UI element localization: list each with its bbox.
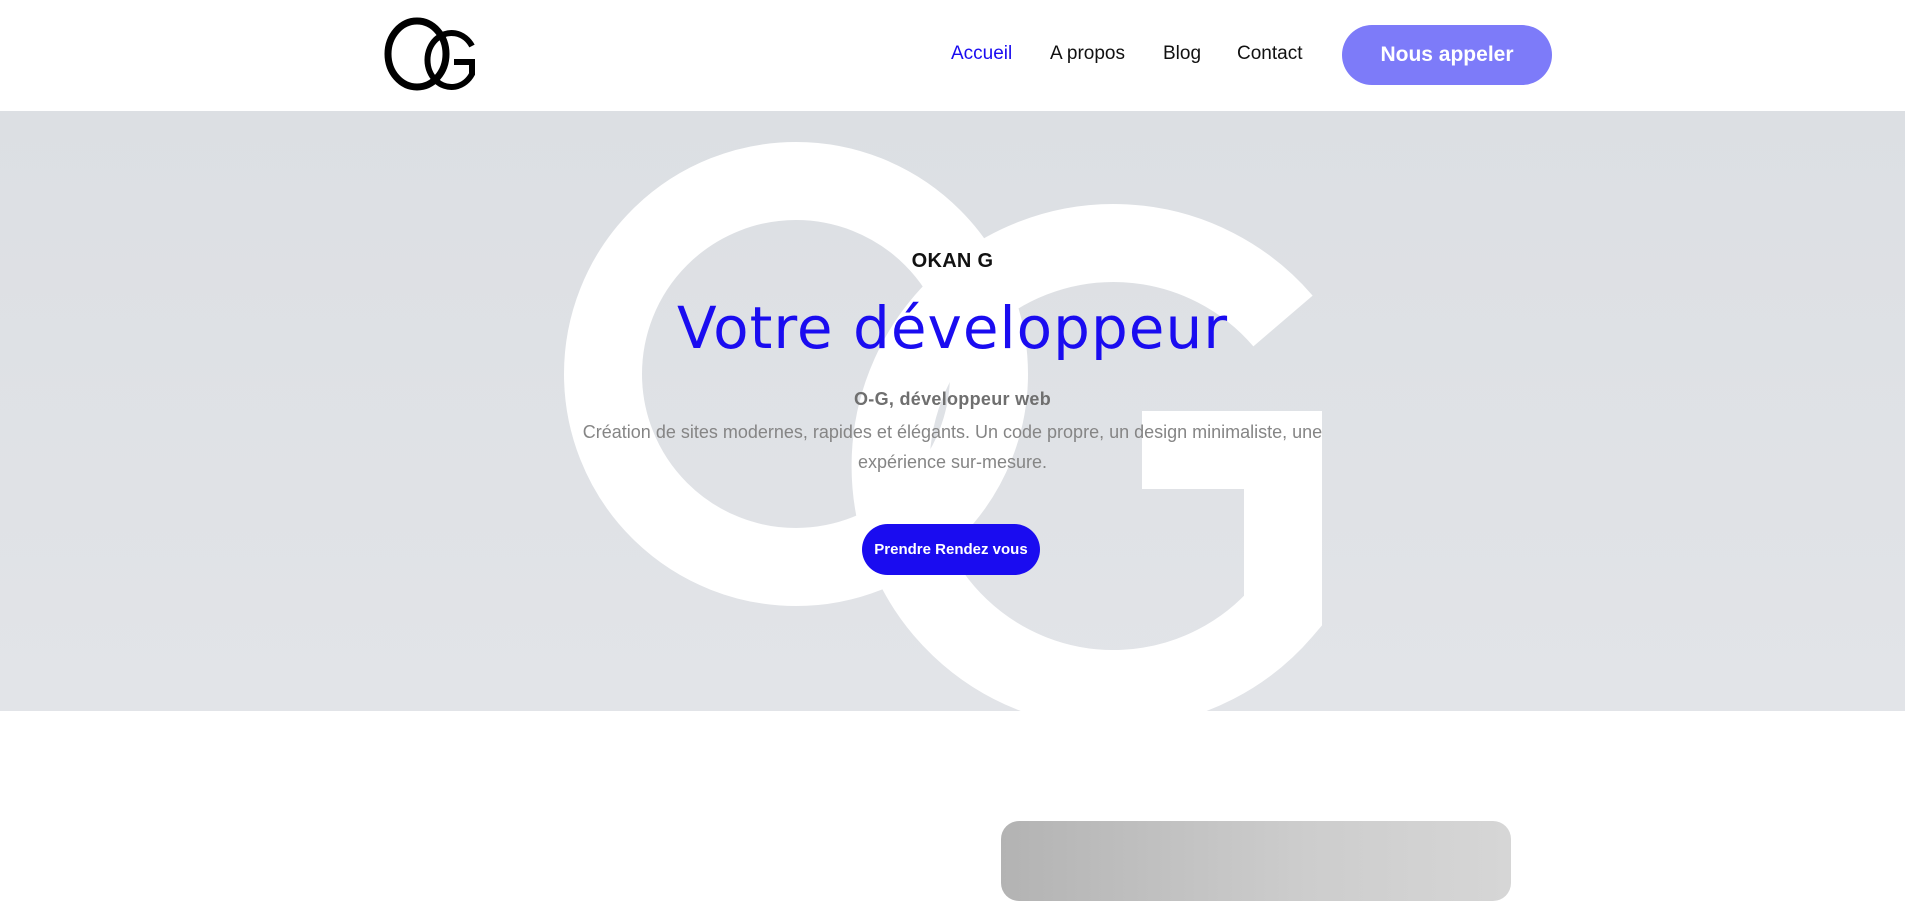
nav-contact[interactable]: Contact bbox=[1237, 43, 1302, 65]
nav-blog[interactable]: Blog bbox=[1163, 43, 1201, 65]
nav-accueil[interactable]: Accueil bbox=[951, 43, 1012, 65]
hero-section: OKAN G Votre développeur O-G, développeu… bbox=[0, 111, 1905, 711]
og-watermark bbox=[564, 142, 1322, 711]
hero-title: Votre développeur bbox=[676, 294, 1229, 362]
nav-a-propos[interactable]: A propos bbox=[1050, 43, 1125, 65]
hero-description: Création de sites modernes, rapides et é… bbox=[582, 422, 1323, 472]
media-card bbox=[1001, 821, 1511, 901]
site-header: Accueil A propos Blog Contact Nous appel… bbox=[0, 0, 1905, 111]
og-logo[interactable] bbox=[384, 16, 478, 92]
hero-subtitle: O-G, développeur web bbox=[853, 389, 1052, 409]
call-button[interactable]: Nous appeler bbox=[1342, 25, 1552, 85]
hero-eyebrow: OKAN G bbox=[911, 250, 994, 272]
appointment-button[interactable]: Prendre Rendez vous bbox=[862, 524, 1040, 575]
